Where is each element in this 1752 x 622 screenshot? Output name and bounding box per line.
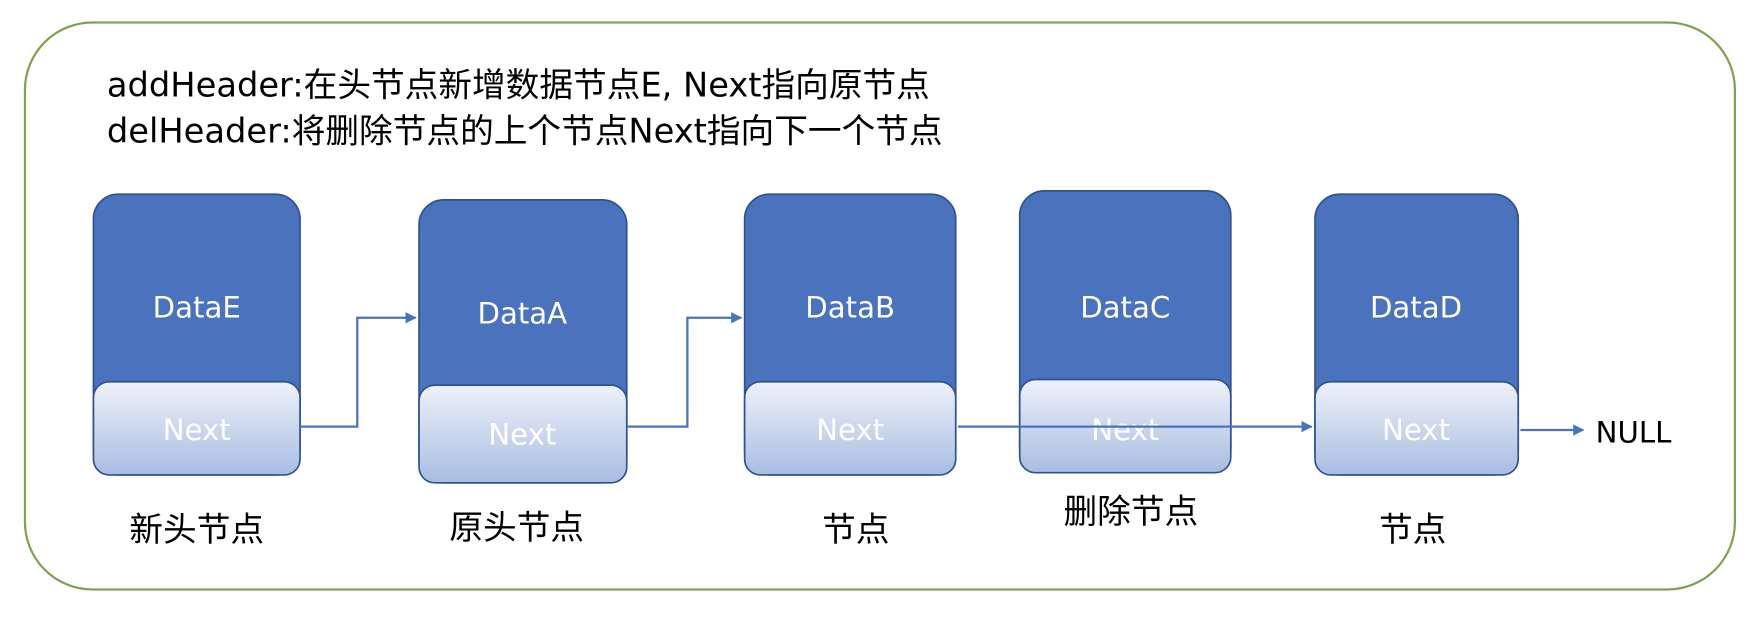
node-next: Next xyxy=(488,418,556,452)
node-caption: 节点 xyxy=(822,510,889,549)
node-next: Next xyxy=(163,413,231,447)
linked-list-diagram: addHeader:在头节点新增数据节点E, Next指向原节点 delHead… xyxy=(23,21,1737,591)
add-header-description: addHeader:在头节点新增数据节点E, Next指向原节点 xyxy=(107,66,930,105)
del-header-description: delHeader:将删除节点的上个节点Next指向下一个节点 xyxy=(107,112,943,151)
node-data: DataE xyxy=(153,291,241,325)
node-caption: 原头节点 xyxy=(449,508,584,547)
node-next: Next xyxy=(1091,413,1159,447)
node-data: DataD xyxy=(1370,291,1462,325)
null-label: NULL xyxy=(1596,415,1672,449)
node-next: Next xyxy=(1382,413,1450,447)
node-caption: 节点 xyxy=(1379,510,1446,549)
node-next: Next xyxy=(816,413,884,447)
node-data: DataB xyxy=(805,291,895,325)
node-caption: 删除节点 xyxy=(1064,492,1199,531)
node-caption: 新头节点 xyxy=(129,510,264,549)
node-data: DataA xyxy=(477,296,567,330)
node-data: DataC xyxy=(1080,291,1170,325)
